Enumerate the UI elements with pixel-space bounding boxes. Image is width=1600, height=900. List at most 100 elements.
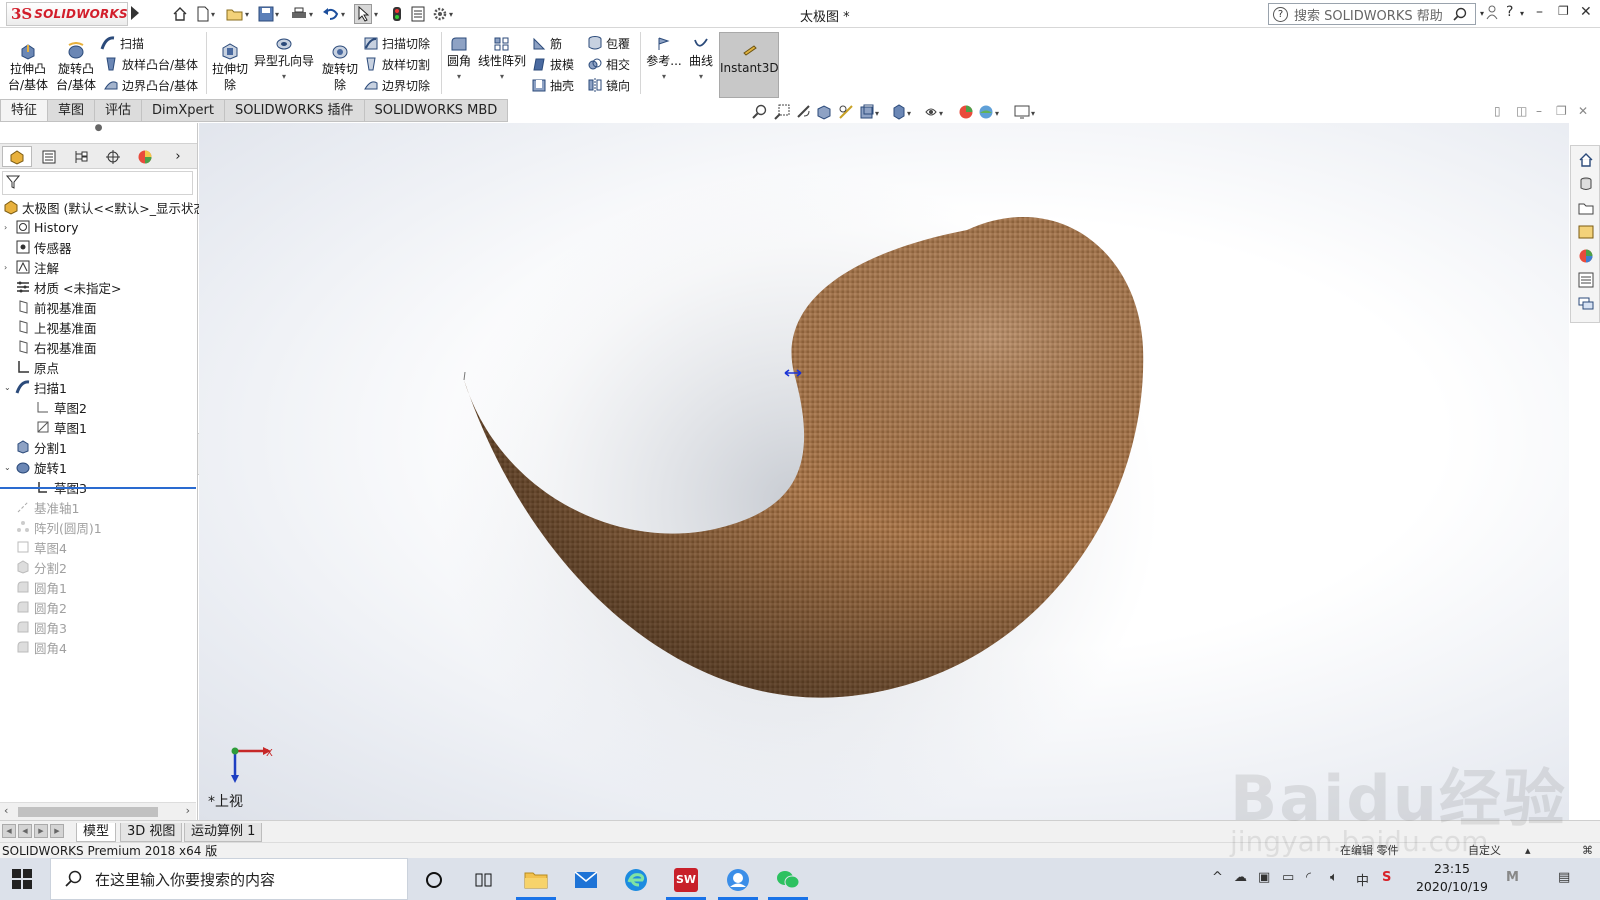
tree-item-sweep1[interactable]: ⌄ 扫描1: [4, 377, 67, 397]
print-icon[interactable]: ▾: [290, 4, 313, 24]
help-icon[interactable]: ?: [1506, 4, 1513, 20]
display-manager-tab[interactable]: [130, 146, 160, 167]
help-search-input[interactable]: ? 搜索 SOLIDWORKS 帮助: [1268, 3, 1476, 25]
reference-geometry-button[interactable]: 参考... ▾: [646, 36, 682, 85]
apply-scene-icon[interactable]: ▾: [978, 104, 1002, 123]
sweep-button[interactable]: 扫描: [100, 33, 144, 53]
tree-item-sensors[interactable]: 传感器: [14, 237, 72, 257]
tree-item-sketch1[interactable]: 草图1: [34, 417, 87, 437]
battery-icon[interactable]: ▭: [1282, 870, 1294, 885]
tree-root-part[interactable]: 太极图 (默认<<默认>_显示状态: [2, 197, 206, 217]
doc-close-icon[interactable]: ✕: [1578, 104, 1588, 118]
tab-features[interactable]: 特征: [0, 99, 49, 122]
select-arrow-icon[interactable]: [354, 4, 372, 24]
save-icon[interactable]: ▾: [258, 4, 279, 24]
restore-icon[interactable]: ❐: [1558, 4, 1569, 18]
mail-icon[interactable]: [566, 862, 606, 898]
model-canvas[interactable]: X: [199, 123, 1569, 820]
tree-item-material[interactable]: 材质 <未指定>: [14, 277, 121, 297]
wifi-icon[interactable]: ◜: [1306, 870, 1311, 885]
sogou-ime-icon[interactable]: S: [1382, 870, 1391, 885]
chevron-right-icon[interactable]: ›: [168, 146, 188, 167]
tree-item-top-plane[interactable]: 上视基准面: [14, 317, 97, 337]
tree-item-fillet2[interactable]: 圆角2: [14, 597, 67, 617]
user-account-icon[interactable]: [1486, 4, 1498, 24]
doc-restore-icon[interactable]: ❐: [1556, 104, 1567, 118]
close-icon[interactable]: ✕: [1580, 4, 1592, 20]
design-library-icon[interactable]: [1578, 176, 1594, 192]
view-palette-icon[interactable]: [1578, 224, 1594, 240]
file-properties-icon[interactable]: [410, 4, 426, 24]
tree-item-annotations[interactable]: › 注解: [4, 257, 59, 277]
feature-manager-tab[interactable]: [2, 146, 32, 167]
boundary-cut-button[interactable]: 边界切除: [364, 75, 430, 95]
revolve-cut-button[interactable]: 旋转切 除: [320, 42, 360, 93]
open-folder-icon[interactable]: ▾: [226, 4, 249, 24]
tray-app-icon[interactable]: ▣: [1258, 870, 1270, 885]
hole-wizard-button[interactable]: 异型孔向导 ▾: [252, 36, 316, 85]
options-gear-icon[interactable]: ▾: [432, 4, 453, 24]
edge-browser-icon[interactable]: [616, 862, 656, 898]
collapse-icon[interactable]: ⌄: [4, 383, 14, 392]
expand-icon[interactable]: ›: [4, 223, 14, 232]
tree-item-split1[interactable]: 分割1: [14, 437, 67, 457]
viewport-tile-icon[interactable]: ▯: [1494, 104, 1501, 118]
menu-expand-icon[interactable]: [131, 6, 139, 20]
tab-motion-study[interactable]: 运动算例 1: [184, 823, 263, 842]
solidworks-taskbar-icon[interactable]: SW: [666, 862, 706, 900]
instant3d-button[interactable]: Instant3D: [719, 32, 779, 98]
rib-button[interactable]: 筋: [532, 33, 562, 53]
cortana-icon[interactable]: [414, 862, 454, 898]
windows-start-icon[interactable]: [12, 869, 32, 892]
scroll-thumb[interactable]: [18, 807, 158, 817]
viewport-split-icon[interactable]: ◫: [1516, 104, 1527, 118]
select-dropdown-icon[interactable]: ▾: [373, 4, 378, 24]
view-orientation-icon[interactable]: ▾: [860, 104, 882, 123]
prev-tab-icon[interactable]: ◀: [18, 824, 32, 838]
zoom-to-area-icon[interactable]: [774, 104, 790, 123]
edit-appearance-icon[interactable]: [958, 104, 974, 123]
tree-item-front-plane[interactable]: 前视基准面: [14, 297, 97, 317]
tree-item-axis1[interactable]: 基准轴1: [14, 497, 79, 517]
revolve-boss-button[interactable]: 旋转凸 台/基体: [54, 42, 98, 93]
solidworks-resources-icon[interactable]: [1578, 152, 1594, 168]
minimize-icon[interactable]: –: [1536, 4, 1543, 20]
tab-mbd[interactable]: SOLIDWORKS MBD: [364, 99, 509, 122]
tree-item-fillet4[interactable]: 圆角4: [14, 637, 67, 657]
wrap-button[interactable]: 包覆: [588, 33, 630, 53]
home-icon[interactable]: [172, 4, 188, 24]
previous-view-icon[interactable]: [796, 104, 812, 123]
system-clock[interactable]: 23:15 2020/10/19: [1414, 860, 1490, 896]
tree-item-revolve1[interactable]: ⌄ 旋转1: [4, 457, 67, 477]
rebuild-icon[interactable]: [392, 4, 402, 24]
property-manager-tab[interactable]: [34, 146, 64, 167]
swept-cut-button[interactable]: 扫描切除: [364, 33, 430, 53]
file-explorer-taskbar-icon[interactable]: [516, 862, 556, 900]
configuration-manager-tab[interactable]: [66, 146, 96, 167]
tree-item-fillet1[interactable]: 圆角1: [14, 577, 67, 597]
dynamic-annotation-icon[interactable]: [838, 104, 854, 123]
curves-button[interactable]: 曲线 ▾: [686, 36, 716, 85]
extrude-cut-button[interactable]: 拉伸切 除: [210, 42, 250, 93]
extrude-boss-button[interactable]: 拉伸凸 台/基体: [6, 42, 50, 93]
draft-button[interactable]: 拔模: [532, 54, 574, 74]
dimxpert-manager-tab[interactable]: [98, 146, 128, 167]
zoom-to-fit-icon[interactable]: [752, 104, 768, 123]
tab-dimxpert[interactable]: DimXpert: [142, 99, 225, 122]
tab-evaluate[interactable]: 评估: [95, 99, 143, 122]
forum-icon[interactable]: [1578, 296, 1594, 312]
tree-filter-input[interactable]: [2, 171, 193, 195]
last-tab-icon[interactable]: ▶: [50, 824, 64, 838]
wechat-icon[interactable]: [768, 862, 808, 900]
custom-properties-icon[interactable]: [1578, 272, 1594, 288]
ime-indicator[interactable]: 中: [1356, 870, 1369, 889]
tree-item-history[interactable]: › History: [4, 217, 78, 237]
scroll-right-icon[interactable]: ›: [186, 804, 190, 817]
notification-center-icon[interactable]: ▤: [1558, 870, 1570, 885]
undo-icon[interactable]: ▾: [322, 4, 345, 24]
intersect-button[interactable]: 相交: [588, 54, 630, 74]
linear-pattern-button[interactable]: 线性阵列 ▾: [476, 36, 528, 85]
first-tab-icon[interactable]: ◀: [2, 824, 16, 838]
panel-grip-icon[interactable]: ●: [0, 123, 197, 143]
tab-model[interactable]: 模型: [76, 823, 117, 842]
